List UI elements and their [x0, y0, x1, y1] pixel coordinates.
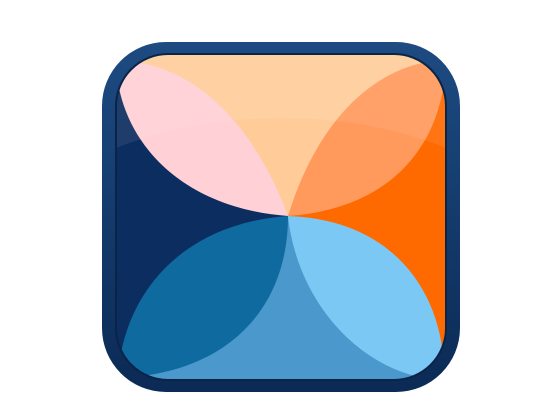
four-petal-app-icon[interactable]: [98, 38, 464, 396]
canvas: [0, 0, 560, 420]
four-petal-icon-graphic: [102, 42, 460, 392]
